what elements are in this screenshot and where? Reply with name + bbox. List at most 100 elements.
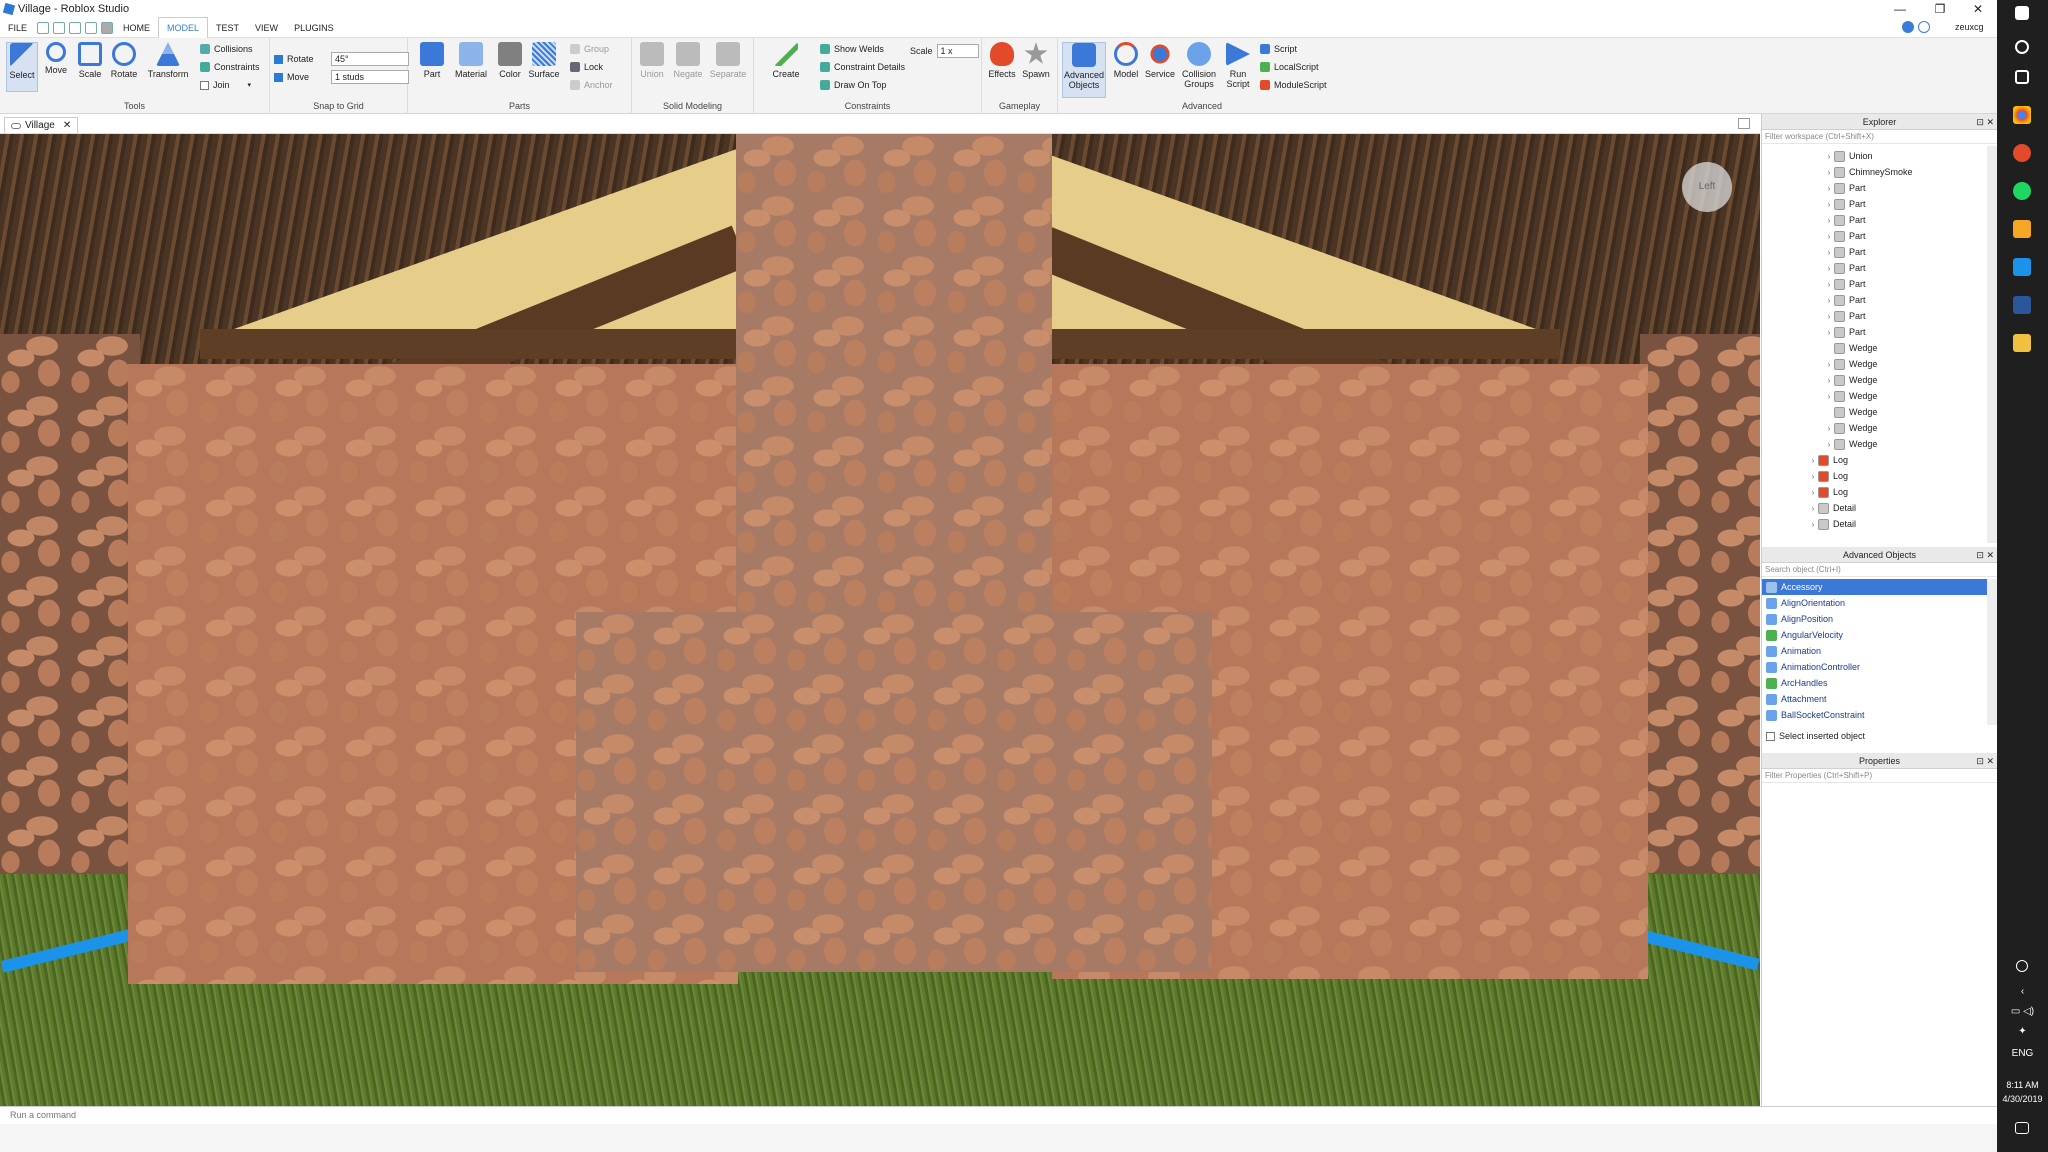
- maximize-button[interactable]: ❐: [1920, 0, 1960, 18]
- expand-arrow-icon[interactable]: ›: [1808, 504, 1818, 513]
- chrome-icon[interactable]: [2013, 106, 2031, 124]
- explorer-item[interactable]: › Part: [1762, 244, 1997, 260]
- model-button[interactable]: Model: [1110, 42, 1142, 79]
- explorer-item[interactable]: › Part: [1762, 228, 1997, 244]
- panel-close-icon[interactable]: ⊡ ✕: [1976, 547, 1994, 563]
- expand-arrow-icon[interactable]: ›: [1824, 200, 1834, 209]
- insert-script-button[interactable]: Script: [1260, 44, 1297, 54]
- move-tool-button[interactable]: Move: [40, 42, 72, 75]
- people-icon[interactable]: [2016, 960, 2028, 972]
- show-welds-toggle[interactable]: Show Welds: [820, 44, 884, 54]
- join-toggle[interactable]: Join ▾: [200, 80, 251, 90]
- transform-tool-button[interactable]: Transform: [144, 42, 192, 79]
- dropbox-icon[interactable]: ✦: [1997, 1026, 2048, 1037]
- sublime-icon[interactable]: [2013, 220, 2031, 238]
- dashboard-icon[interactable]: [2013, 296, 2031, 314]
- view-cube[interactable]: Left: [1682, 162, 1732, 212]
- chevron-up-icon[interactable]: ‹: [1997, 986, 2048, 997]
- create-constraint-button[interactable]: Create: [770, 42, 802, 79]
- object-list-item[interactable]: Animation: [1762, 643, 1997, 659]
- object-list-item[interactable]: AngularVelocity: [1762, 627, 1997, 643]
- language-indicator[interactable]: ENG: [1997, 1048, 2048, 1059]
- object-list-item[interactable]: AnimationController: [1762, 659, 1997, 675]
- play-icon[interactable]: [85, 21, 98, 34]
- expand-arrow-icon[interactable]: ›: [1824, 248, 1834, 257]
- constraints-toggle[interactable]: Constraints: [200, 62, 260, 72]
- explorer-item[interactable]: › Union: [1762, 148, 1997, 164]
- notifications-icon[interactable]: [2015, 1122, 2029, 1134]
- snap-move-checkbox[interactable]: [274, 72, 283, 82]
- explorer-item[interactable]: › Part: [1762, 308, 1997, 324]
- surface-button[interactable]: Surface: [526, 42, 562, 79]
- clock-time[interactable]: 8:11 AM: [1997, 1080, 2048, 1090]
- object-list-item[interactable]: ArcHandles: [1762, 675, 1997, 691]
- object-list-item[interactable]: Accessory: [1762, 579, 1997, 595]
- expand-arrow-icon[interactable]: ›: [1824, 424, 1834, 433]
- tab-plugins[interactable]: PLUGINS: [286, 18, 342, 38]
- spotify-icon[interactable]: [2013, 182, 2031, 200]
- explorer-item[interactable]: Wedge: [1762, 404, 1997, 420]
- draw-on-top-toggle[interactable]: Draw On Top: [820, 80, 886, 90]
- select-inserted-checkbox[interactable]: [1766, 731, 1775, 741]
- roblox-studio-taskbar-icon[interactable]: [2013, 258, 2031, 276]
- advanced-objects-button[interactable]: Advanced Objects: [1062, 42, 1106, 98]
- network-volume-icons[interactable]: ▭ ◁): [1997, 1006, 2048, 1017]
- service-button[interactable]: Service: [1144, 42, 1176, 79]
- expand-arrow-icon[interactable]: ›: [1824, 376, 1834, 385]
- part-button[interactable]: Part: [416, 42, 448, 79]
- constraint-details-toggle[interactable]: Constraint Details: [820, 62, 905, 72]
- explorer-item[interactable]: › Wedge: [1762, 388, 1997, 404]
- task-view-icon[interactable]: [2015, 70, 2029, 84]
- clock-date[interactable]: 4/30/2019: [1997, 1094, 2048, 1104]
- expand-arrow-icon[interactable]: ›: [1808, 520, 1818, 529]
- anchor-button[interactable]: Anchor: [570, 80, 613, 90]
- expand-arrow-icon[interactable]: ›: [1808, 456, 1818, 465]
- explorer-item[interactable]: › Wedge: [1762, 372, 1997, 388]
- share-icon[interactable]: [1918, 21, 1930, 33]
- negate-button[interactable]: Negate: [672, 42, 704, 79]
- file-explorer-icon[interactable]: [2013, 334, 2031, 352]
- tab-home[interactable]: HOME: [115, 18, 158, 38]
- command-bar[interactable]: Run a command: [0, 1106, 1997, 1124]
- explorer-item[interactable]: Wedge: [1762, 340, 1997, 356]
- explorer-item[interactable]: › Wedge: [1762, 356, 1997, 372]
- expand-arrow-icon[interactable]: ›: [1824, 296, 1834, 305]
- expand-arrow-icon[interactable]: ›: [1824, 312, 1834, 321]
- expand-arrow-icon[interactable]: ›: [1808, 488, 1818, 497]
- expand-arrow-icon[interactable]: ›: [1824, 360, 1834, 369]
- explorer-scrollbar[interactable]: [1987, 146, 1997, 543]
- explorer-item[interactable]: › Part: [1762, 324, 1997, 340]
- panel-close-icon[interactable]: ⊡ ✕: [1976, 753, 1994, 769]
- object-list-item[interactable]: AlignOrientation: [1762, 595, 1997, 611]
- snap-move-input[interactable]: 1 studs: [331, 70, 409, 84]
- expand-arrow-icon[interactable]: ›: [1808, 472, 1818, 481]
- help-icon[interactable]: [1902, 21, 1914, 33]
- minimize-button[interactable]: —: [1880, 0, 1920, 18]
- close-button[interactable]: ✕: [1958, 0, 1998, 18]
- expand-arrow-icon[interactable]: ›: [1824, 328, 1834, 337]
- join-checkbox[interactable]: [200, 80, 209, 90]
- cortana-icon[interactable]: [2015, 40, 2029, 54]
- join-dropdown-icon[interactable]: ▾: [248, 81, 252, 89]
- expand-arrow-icon[interactable]: ›: [1824, 440, 1834, 449]
- file-menu[interactable]: FILE: [0, 18, 35, 38]
- explorer-item[interactable]: › Part: [1762, 276, 1997, 292]
- insert-localscript-button[interactable]: LocalScript: [1260, 62, 1319, 72]
- explorer-item[interactable]: › Part: [1762, 212, 1997, 228]
- expand-arrow-icon[interactable]: ›: [1824, 392, 1834, 401]
- object-search-input[interactable]: Search object (Ctrl+I): [1762, 563, 1997, 577]
- explorer-item[interactable]: › Log: [1762, 484, 1997, 500]
- expand-arrow-icon[interactable]: ›: [1824, 264, 1834, 273]
- insert-modulescript-button[interactable]: ModuleScript: [1260, 80, 1327, 90]
- spawn-button[interactable]: Spawn: [1020, 42, 1052, 79]
- effects-button[interactable]: Effects: [986, 42, 1018, 79]
- material-button[interactable]: Material: [452, 42, 490, 79]
- explorer-item[interactable]: › Wedge: [1762, 420, 1997, 436]
- object-list-item[interactable]: BallSocketConstraint: [1762, 707, 1997, 723]
- expand-arrow-icon[interactable]: ›: [1824, 152, 1834, 161]
- collision-groups-button[interactable]: Collision Groups: [1178, 42, 1220, 89]
- lock-button[interactable]: Lock: [570, 62, 603, 72]
- explorer-item[interactable]: › Part: [1762, 196, 1997, 212]
- separate-button[interactable]: Separate: [708, 42, 748, 79]
- explorer-item[interactable]: › Detail: [1762, 516, 1997, 532]
